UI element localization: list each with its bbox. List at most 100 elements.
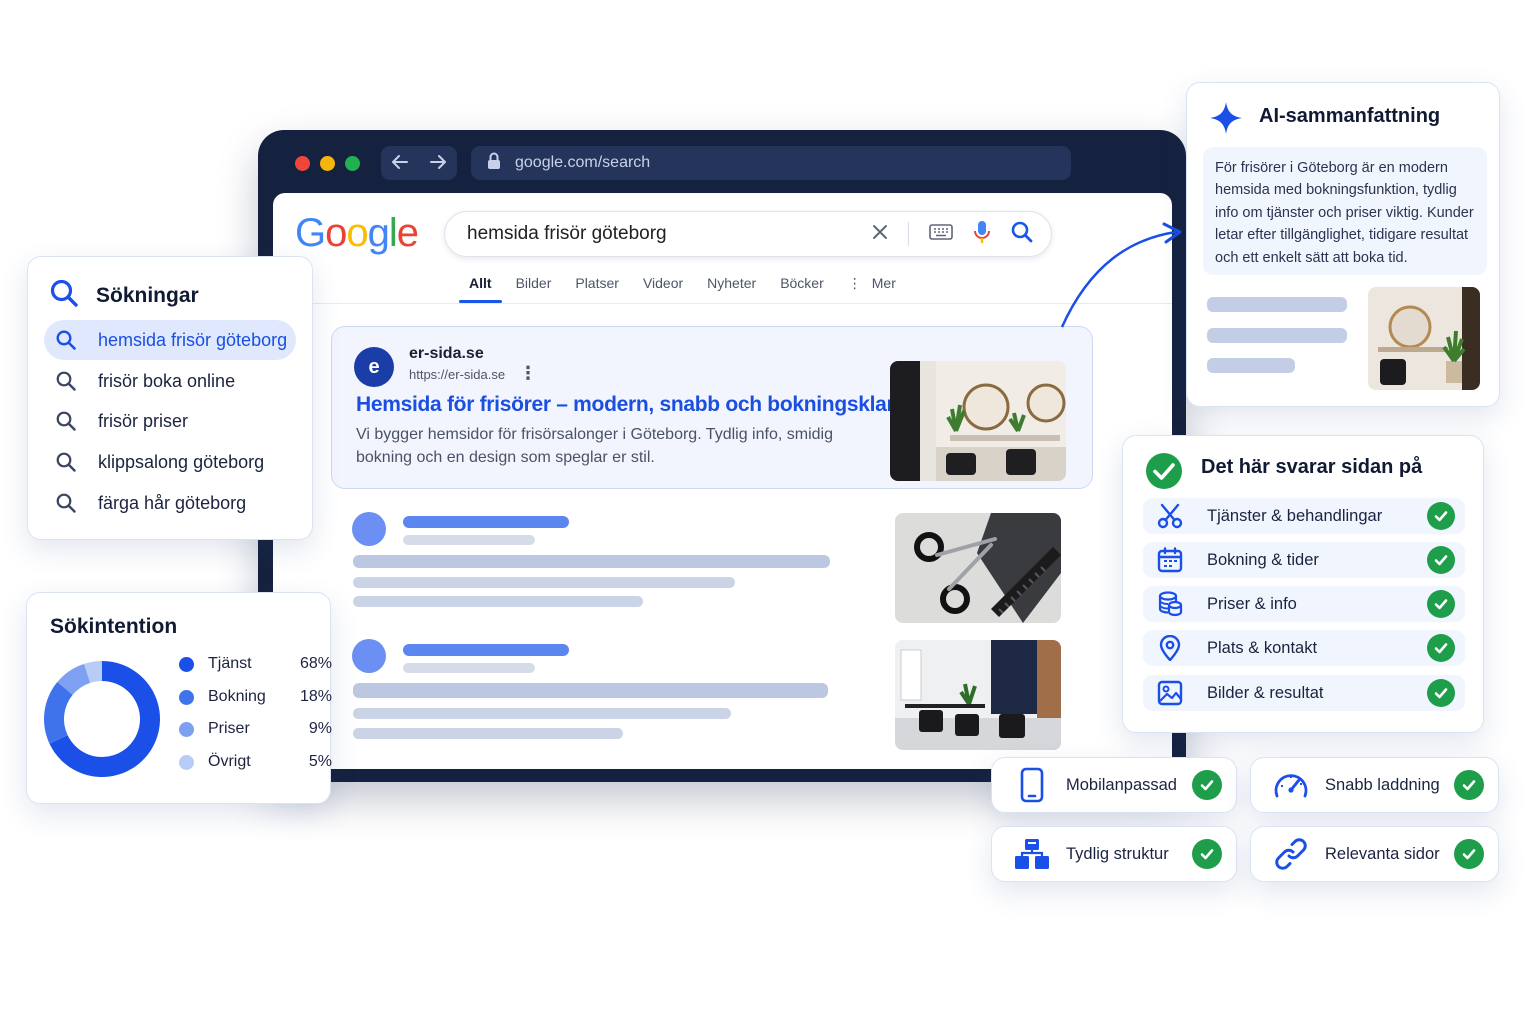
search-suggestion[interactable]: frisör boka online: [44, 361, 296, 401]
search-icon: [56, 330, 76, 350]
salon-chairs-image[interactable]: [895, 640, 1061, 750]
search-icon[interactable]: [1011, 221, 1033, 248]
intent-title: Sökintention: [50, 615, 178, 638]
answer-item[interactable]: Bilder & resultat: [1143, 675, 1465, 711]
browser-viewport: Google hemsida frisör göteborg Allt Bild…: [273, 193, 1172, 769]
calendar-icon: [1157, 547, 1183, 573]
search-suggestion-label: klippsalong göteborg: [98, 451, 265, 472]
placeholder-line: [353, 555, 830, 568]
tab-bocker[interactable]: Böcker: [768, 271, 836, 303]
feature-card[interactable]: Tydlig struktur: [991, 826, 1237, 882]
answer-label: Priser & info: [1207, 594, 1297, 613]
check-icon: [1454, 770, 1484, 800]
search-suggestion[interactable]: frisör priser: [44, 401, 296, 441]
answer-label: Bilder & resultat: [1207, 683, 1324, 702]
forward-arrow-icon[interactable]: [429, 152, 447, 175]
connector-arrow: [1060, 222, 1182, 328]
close-window-button[interactable]: [295, 156, 310, 171]
result-title-link[interactable]: Hemsida för frisörer – modern, snabb och…: [356, 393, 895, 417]
legend-swatch: [179, 689, 194, 705]
search-query[interactable]: hemsida frisör göteborg: [467, 223, 872, 245]
placeholder-line: [353, 577, 735, 588]
tab-allt[interactable]: Allt: [457, 271, 504, 303]
image-icon: [1157, 680, 1183, 706]
placeholder-line: [403, 535, 535, 545]
history-nav: [381, 146, 457, 180]
legend-item: Bokning 18%: [179, 688, 332, 706]
speedometer-icon: [1273, 767, 1309, 803]
placeholder-line: [403, 516, 569, 528]
intent-donut-chart: [44, 661, 161, 777]
feature-label: Mobilanpassad: [1066, 775, 1177, 794]
link-icon: [1273, 836, 1309, 872]
answer-item[interactable]: Priser & info: [1143, 586, 1465, 622]
search-icon: [56, 452, 76, 472]
check-icon: [1427, 546, 1455, 574]
check-icon: [1427, 502, 1455, 530]
clear-icon[interactable]: [872, 224, 888, 245]
search-suggestion[interactable]: hemsida frisör göteborg: [44, 320, 296, 360]
back-arrow-icon[interactable]: [391, 152, 409, 175]
feature-card[interactable]: Snabb laddning: [1250, 757, 1499, 813]
location-pin-icon: [1157, 635, 1183, 661]
search-suggestion-label: hemsida frisör göteborg: [98, 329, 288, 350]
result-site-url[interactable]: https://er-sida.se: [409, 367, 505, 382]
check-circle-icon: [1145, 452, 1183, 495]
searches-card: Sökningar hemsida frisör göteborg frisör…: [27, 256, 313, 540]
logo-letter: o: [325, 211, 347, 255]
legend-value: 9%: [308, 720, 332, 737]
tab-platser[interactable]: Platser: [563, 271, 631, 303]
address-url: google.com/search: [515, 154, 651, 171]
result-more-icon[interactable]: ⋮: [519, 363, 537, 384]
answer-item[interactable]: Plats & kontakt: [1143, 630, 1465, 666]
address-bar[interactable]: google.com/search: [471, 146, 1071, 180]
structure-icon: [1014, 836, 1050, 872]
ai-summary-title: AI-sammanfattning: [1259, 105, 1441, 127]
answer-label: Tjänster & behandlingar: [1207, 506, 1383, 525]
scissors-icon: [1157, 503, 1183, 529]
tab-mer[interactable]: ⋮ Mer: [836, 271, 908, 303]
search-result-featured[interactable]: e er-sida.se https://er-sida.se ⋮ Hemsid…: [331, 326, 1093, 489]
tabs-divider: [273, 303, 1172, 304]
tab-mer-label: Mer: [871, 275, 896, 291]
tab-videor[interactable]: Videor: [631, 271, 695, 303]
ai-summary-card: AI-sammanfattning För frisörer i Götebor…: [1186, 82, 1500, 407]
answer-item[interactable]: Bokning & tider: [1143, 542, 1465, 578]
salon-mirror-image[interactable]: [1368, 287, 1480, 390]
placeholder-line: [1207, 328, 1347, 343]
microphone-icon[interactable]: [973, 220, 991, 249]
logo-letter: o: [346, 211, 368, 255]
google-logo[interactable]: Google: [295, 211, 419, 256]
legend-label: Bokning: [208, 688, 266, 705]
placeholder-line: [353, 708, 731, 719]
tab-nyheter[interactable]: Nyheter: [695, 271, 768, 303]
logo-letter: l: [388, 211, 398, 255]
legend-item: Priser 9%: [179, 720, 332, 738]
legend-swatch: [179, 721, 194, 737]
tab-bilder[interactable]: Bilder: [504, 271, 564, 303]
result-site-name[interactable]: er-sida.se: [409, 345, 484, 363]
feature-card[interactable]: Mobilanpassad: [991, 757, 1237, 813]
logo-letter: G: [295, 211, 326, 255]
scissors-comb-image[interactable]: [895, 513, 1061, 623]
check-icon: [1427, 634, 1455, 662]
feature-label: Snabb laddning: [1325, 775, 1440, 794]
answer-item[interactable]: Tjänster & behandlingar: [1143, 498, 1465, 534]
lock-icon: [487, 152, 501, 175]
keyboard-icon[interactable]: [929, 223, 953, 245]
donut-slice-bokning: [44, 682, 73, 744]
search-box[interactable]: hemsida frisör göteborg: [444, 211, 1052, 257]
maximize-window-button[interactable]: [345, 156, 360, 171]
legend-label: Tjänst: [208, 655, 252, 672]
sparkle-icon: [1209, 101, 1243, 140]
answers-title: Det här svarar sidan på: [1201, 456, 1423, 478]
search-suggestion[interactable]: färga hår göteborg: [44, 483, 296, 523]
feature-label: Tydlig struktur: [1066, 844, 1169, 863]
feature-card[interactable]: Relevanta sidor: [1250, 826, 1499, 882]
result-description: Vi bygger hemsidor för frisörsalonger i …: [356, 426, 833, 466]
placeholder-favicon: [352, 639, 386, 673]
search-suggestion[interactable]: klippsalong göteborg: [44, 442, 296, 482]
minimize-window-button[interactable]: [320, 156, 335, 171]
placeholder-line: [403, 644, 569, 656]
salon-interior-image[interactable]: [890, 361, 1066, 481]
